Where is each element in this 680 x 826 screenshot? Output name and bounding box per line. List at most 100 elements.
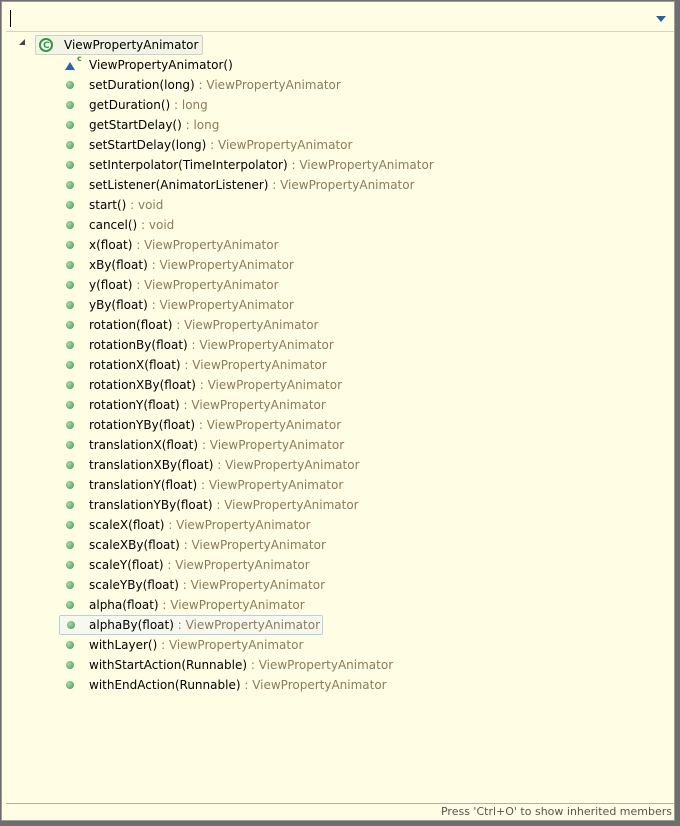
tree-item-method[interactable]: setDuration(long) : ViewPropertyAnimator bbox=[62, 75, 341, 95]
public-method-icon bbox=[66, 201, 74, 209]
tree-item-method[interactable]: getStartDelay() : long bbox=[62, 115, 219, 135]
separator: : bbox=[137, 218, 149, 232]
public-method-icon bbox=[66, 261, 74, 269]
tree-item-method[interactable]: scaleXBy(float) : ViewPropertyAnimator bbox=[62, 535, 326, 555]
tree-item-method[interactable]: rotationXBy(float) : ViewPropertyAnimato… bbox=[62, 375, 342, 395]
public-method-icon bbox=[66, 541, 74, 549]
member-name: rotationBy(float) bbox=[89, 338, 188, 352]
member-name: alphaBy(float) bbox=[89, 618, 174, 632]
public-method-icon bbox=[66, 461, 74, 469]
member-name: scaleXBy(float) bbox=[89, 538, 180, 552]
separator: : bbox=[179, 398, 192, 412]
tree-item-method[interactable]: rotation(float) : ViewPropertyAnimator bbox=[62, 315, 319, 335]
member-name: alpha(float) bbox=[89, 598, 159, 612]
tree-item-method[interactable]: translationYBy(float) : ViewPropertyAnim… bbox=[62, 495, 359, 515]
tree-item-method[interactable]: start() : void bbox=[62, 195, 163, 215]
member-name: y(float) bbox=[89, 278, 133, 292]
tree-item-method[interactable]: withEndAction(Runnable) : ViewPropertyAn… bbox=[62, 675, 387, 695]
tree-item-method[interactable]: cancel() : void bbox=[62, 215, 174, 235]
member-name: setStartDelay(long) bbox=[89, 138, 207, 152]
public-method-icon bbox=[66, 241, 74, 249]
separator: : bbox=[195, 378, 208, 392]
public-method-icon bbox=[67, 621, 75, 629]
return-type: ViewPropertyAnimator bbox=[190, 578, 326, 592]
quick-outline-popup: ViewPropertyAnimator c ViewPropertyAnima… bbox=[1, 1, 675, 821]
member-name: scaleX(float) bbox=[89, 518, 165, 532]
tree-item-method[interactable]: translationY(float) : ViewPropertyAnimat… bbox=[62, 475, 343, 495]
tree-item-method[interactable]: setStartDelay(long) : ViewPropertyAnimat… bbox=[62, 135, 352, 155]
separator: : bbox=[132, 278, 145, 292]
public-method-icon bbox=[66, 681, 74, 689]
separator: : bbox=[213, 458, 226, 472]
return-type: ViewPropertyAnimator bbox=[159, 298, 294, 312]
public-method-icon bbox=[66, 661, 74, 669]
separator: : bbox=[132, 238, 145, 252]
tree-item-method[interactable]: translationX(float) : ViewPropertyAnimat… bbox=[62, 435, 344, 455]
constructor-icon bbox=[65, 62, 75, 70]
separator: : bbox=[163, 558, 176, 572]
tree-item-method[interactable]: rotationX(float) : ViewPropertyAnimator bbox=[62, 355, 327, 375]
public-method-icon bbox=[66, 481, 74, 489]
public-method-icon bbox=[66, 221, 74, 229]
return-type: ViewPropertyAnimator bbox=[218, 138, 353, 152]
return-type: ViewPropertyAnimator bbox=[225, 458, 360, 472]
tree-item-class[interactable]: ViewPropertyAnimator bbox=[35, 35, 204, 55]
tree-item-method[interactable]: getDuration() : long bbox=[62, 95, 208, 115]
separator: : bbox=[172, 318, 185, 332]
return-type: ViewPropertyAnimator bbox=[206, 78, 341, 92]
return-type: ViewPropertyAnimator bbox=[209, 438, 345, 452]
text-caret bbox=[10, 10, 11, 27]
tree-item-method[interactable]: scaleY(float) : ViewPropertyAnimator bbox=[62, 555, 310, 575]
tree-item-method[interactable]: xBy(float) : ViewPropertyAnimator bbox=[62, 255, 294, 275]
member-name: translationYBy(float) bbox=[89, 498, 213, 512]
public-method-icon bbox=[66, 81, 74, 89]
tree-item-method[interactable]: rotationBy(float) : ViewPropertyAnimator bbox=[62, 335, 334, 355]
member-name: translationY(float) bbox=[89, 478, 198, 492]
return-type: long bbox=[181, 98, 208, 112]
tree-item-method[interactable]: setInterpolator(TimeInterpolator) : View… bbox=[62, 155, 434, 175]
return-type: ViewPropertyAnimator bbox=[258, 658, 394, 672]
return-type: ViewPropertyAnimator bbox=[176, 518, 311, 532]
member-name: rotationX(float) bbox=[89, 358, 181, 372]
filter-input[interactable] bbox=[6, 6, 674, 32]
separator: : bbox=[212, 498, 225, 512]
tree-item-method[interactable]: alphaBy(float) : ViewPropertyAnimator bbox=[59, 615, 324, 635]
tree-item-method[interactable]: scaleYBy(float) : ViewPropertyAnimator bbox=[62, 575, 325, 595]
member-name: cancel() bbox=[89, 218, 138, 232]
tree-item-method[interactable]: scaleX(float) : ViewPropertyAnimator bbox=[62, 515, 311, 535]
tree-item-method[interactable]: alpha(float) : ViewPropertyAnimator bbox=[62, 595, 305, 615]
collapse-twisty-icon[interactable] bbox=[19, 39, 25, 45]
member-name: withStartAction(Runnable) bbox=[89, 658, 248, 672]
member-name: rotationXBy(float) bbox=[89, 378, 196, 392]
separator: : bbox=[158, 598, 171, 612]
class-icon bbox=[39, 37, 53, 55]
tree-item-method[interactable]: yBy(float) : ViewPropertyAnimator bbox=[62, 295, 294, 315]
separator: : bbox=[126, 198, 138, 212]
tree-item-method[interactable]: y(float) : ViewPropertyAnimator bbox=[62, 275, 279, 295]
return-type: ViewPropertyAnimator bbox=[191, 538, 326, 552]
return-type: ViewPropertyAnimator bbox=[185, 618, 321, 632]
tree-item-method[interactable]: x(float) : ViewPropertyAnimator bbox=[62, 235, 279, 255]
public-method-icon bbox=[66, 281, 74, 289]
tree-item-method[interactable]: translationXBy(float) : ViewPropertyAnim… bbox=[62, 455, 360, 475]
tree-item-constructor[interactable]: c ViewPropertyAnimator() bbox=[62, 54, 233, 75]
tree-item-method[interactable]: withStartAction(Runnable) : ViewProperty… bbox=[62, 655, 393, 675]
return-type: long bbox=[193, 118, 220, 132]
tree-item-method[interactable]: rotationYBy(float) : ViewPropertyAnimato… bbox=[62, 415, 341, 435]
separator: : bbox=[147, 258, 160, 272]
return-type: ViewPropertyAnimator bbox=[170, 598, 305, 612]
public-method-icon bbox=[66, 501, 74, 509]
separator: : bbox=[247, 658, 259, 672]
view-menu-chevron-down-icon[interactable] bbox=[656, 16, 666, 22]
tree-item-method[interactable]: rotationY(float) : ViewPropertyAnimator bbox=[62, 395, 326, 415]
public-method-icon bbox=[66, 441, 74, 449]
tree-item-method[interactable]: withLayer() : ViewPropertyAnimator bbox=[62, 635, 303, 655]
return-type: ViewPropertyAnimator bbox=[144, 278, 279, 292]
public-method-icon bbox=[66, 561, 74, 569]
separator: : bbox=[268, 178, 281, 192]
separator: : bbox=[170, 98, 182, 112]
member-name: scaleY(float) bbox=[89, 558, 164, 572]
separator: : bbox=[157, 638, 169, 652]
tree-item-method[interactable]: setListener(AnimatorListener) : ViewProp… bbox=[62, 175, 415, 195]
member-name: getDuration() bbox=[89, 98, 171, 112]
